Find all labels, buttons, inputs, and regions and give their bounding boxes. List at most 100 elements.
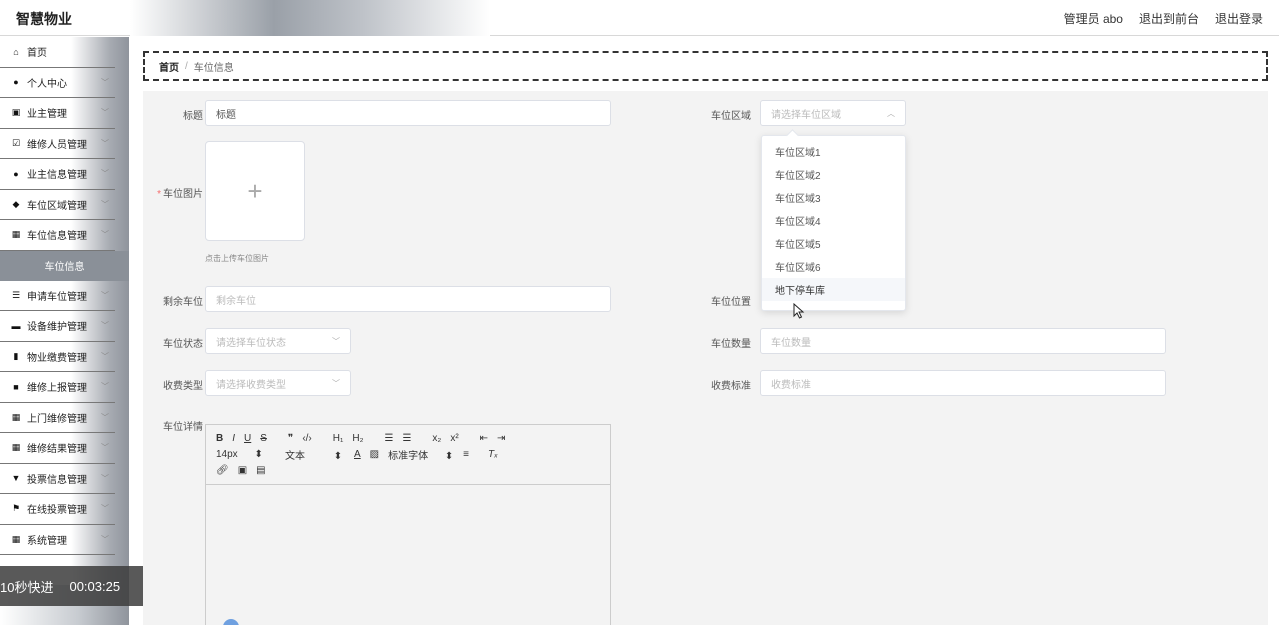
grid-icon: ▦ bbox=[11, 411, 21, 422]
skip-forward-button[interactable]: 10秒快进 bbox=[0, 577, 53, 596]
ordered-list-icon[interactable]: ☰ bbox=[384, 433, 393, 444]
area-select[interactable]: 请选择车位区域 ︿ bbox=[760, 100, 906, 126]
person-icon: ● bbox=[13, 77, 19, 88]
breadcrumb-home[interactable]: 首页 bbox=[159, 59, 179, 74]
sidebar-item[interactable]: ■ 维修上报管理 ﹀ bbox=[0, 372, 115, 403]
sidebar-item[interactable]: ⚑ 在线投票管理 ﹀ bbox=[0, 494, 115, 525]
parking-form: 标题 标题 车位区域 请选择车位区域 ︿ * 车位图片 + 点击上传车位图片 剩余… bbox=[143, 91, 1268, 625]
font-family-select[interactable]: 标准字体 ⬍ bbox=[388, 447, 454, 462]
sidebar-item-label: 投票信息管理 bbox=[27, 474, 87, 486]
mouse-cursor-icon bbox=[793, 303, 805, 319]
exit-to-front-link[interactable]: 退出到前台 bbox=[1139, 10, 1199, 27]
fee-type-label: 收费类型 bbox=[163, 381, 203, 392]
title-label: 标题 bbox=[183, 111, 203, 122]
bar-chart-icon: ▮ bbox=[13, 350, 19, 361]
font-size-select[interactable]: 14px ⬍ bbox=[216, 449, 276, 460]
image-icon[interactable]: ▣ bbox=[238, 465, 247, 476]
area-dropdown-menu: 车位区域1 车位区域2 车位区域3 车位区域4 车位区域5 车位区域6 地下停车库 bbox=[761, 135, 906, 311]
chevron-down-icon: ﹀ bbox=[332, 379, 340, 388]
sidebar-item-label: 系统管理 bbox=[27, 535, 67, 547]
sidebar-item[interactable]: ● 业主信息管理 ﹀ bbox=[0, 159, 115, 190]
fee-std-input[interactable]: 收费标准 bbox=[760, 370, 1166, 396]
code-icon[interactable]: ‹/› bbox=[302, 433, 311, 444]
chevron-down-icon: ﹀ bbox=[101, 351, 109, 361]
area-option[interactable]: 车位区域6 bbox=[762, 255, 905, 278]
sidebar-item-label: 车位信息管理 bbox=[27, 231, 87, 243]
position-label: 车位位置 bbox=[711, 297, 751, 308]
font-color-icon[interactable]: A bbox=[354, 449, 361, 460]
grid-icon: ▦ bbox=[11, 229, 21, 240]
clear-format-icon[interactable]: Tₓ bbox=[488, 449, 498, 460]
sidebar-item[interactable]: ▼ 投票信息管理 ﹀ bbox=[0, 464, 115, 494]
chevron-down-icon: ﹀ bbox=[101, 504, 109, 513]
sidebar-item[interactable]: ▦ 上门维修管理 ﹀ bbox=[0, 403, 115, 433]
area-option[interactable]: 地下停车库 bbox=[762, 278, 905, 301]
sidebar-item[interactable]: ☰ 申请车位管理 ﹀ bbox=[0, 281, 115, 311]
strikethrough-icon[interactable]: S bbox=[260, 433, 267, 444]
underline-icon[interactable]: U bbox=[244, 433, 251, 444]
video-icon[interactable]: ▤ bbox=[256, 465, 265, 476]
video-time: 00:03:25 bbox=[69, 578, 121, 594]
text-style-select[interactable]: 文本 ⬍ bbox=[285, 447, 345, 462]
title-input[interactable]: 标题 bbox=[205, 100, 611, 126]
align-icon[interactable]: ≡ bbox=[463, 449, 469, 460]
chevron-down-icon: ﹀ bbox=[101, 108, 109, 117]
sidebar-subitem-parking-info[interactable]: 车位信息 bbox=[0, 250, 129, 281]
upload-hint: 点击上传车位图片 bbox=[205, 254, 269, 263]
sidebar-item[interactable]: ⌂ 首页 bbox=[0, 37, 115, 68]
quote-icon[interactable]: ❞ bbox=[288, 433, 293, 444]
sidebar-item-label: 在线投票管理 bbox=[27, 505, 87, 517]
fee-std-label: 收费标准 bbox=[711, 381, 751, 392]
chevron-down-icon: ﹀ bbox=[101, 382, 109, 391]
sidebar-item-label: 维修人员管理 bbox=[27, 139, 87, 151]
h1-icon[interactable]: H₁ bbox=[333, 433, 344, 444]
bullet-list-icon[interactable]: ☰ bbox=[402, 433, 411, 444]
sidebar-item-label: 车位区域管理 bbox=[27, 200, 87, 212]
chevron-down-icon: ﹀ bbox=[332, 337, 340, 346]
sidebar-item[interactable]: ▬ 设备维护管理 ﹀ bbox=[0, 311, 115, 342]
checkbox-icon: ☑ bbox=[11, 137, 21, 148]
video-icon: ■ bbox=[13, 381, 19, 392]
sidebar-item[interactable]: ▦ 维修结果管理 ﹀ bbox=[0, 433, 115, 464]
status-select[interactable]: 请选择车位状态 ﹀ bbox=[205, 328, 351, 354]
status-select-placeholder: 请选择车位状态 bbox=[216, 337, 286, 349]
sidebar-item[interactable]: ▦ 系统管理 ﹀ bbox=[0, 525, 115, 555]
superscript-icon[interactable]: x² bbox=[450, 433, 458, 444]
image-upload-button[interactable]: + bbox=[205, 141, 305, 241]
sidebar-item-label: 申请车位管理 bbox=[27, 291, 87, 303]
indent-icon[interactable]: ⇥ bbox=[497, 433, 505, 444]
font-family-value: 标准字体 bbox=[388, 450, 429, 462]
area-option[interactable]: 车位区域3 bbox=[762, 186, 905, 209]
sidebar-item-label: 业主信息管理 bbox=[27, 170, 87, 182]
video-control-bar: 10秒快进 00:03:25 bbox=[0, 566, 143, 606]
sidebar-item[interactable]: ▣ 业主管理 ﹀ bbox=[0, 98, 115, 129]
sidebar-item-label: 个人中心 bbox=[27, 78, 67, 90]
fee-type-select[interactable]: 请选择收费类型 ﹀ bbox=[205, 370, 351, 396]
sidebar-item[interactable]: ▦ 车位信息管理 ﹀ bbox=[0, 220, 115, 251]
bold-icon[interactable]: B bbox=[216, 433, 223, 444]
editor-toolbar: B I U S ❞ ‹/› H₁ H₂ ☰ ☰ x₂ x² ⇤ ⇥ 14px ⬍… bbox=[206, 425, 610, 485]
background-color-icon[interactable]: ▨ bbox=[370, 449, 379, 460]
outdent-icon[interactable]: ⇤ bbox=[480, 433, 488, 444]
link-icon[interactable]: 🔗︎ bbox=[216, 465, 229, 476]
admin-user-label: 管理员 abo bbox=[1063, 12, 1123, 26]
area-option[interactable]: 车位区域5 bbox=[762, 232, 905, 255]
logout-link[interactable]: 退出登录 bbox=[1215, 10, 1263, 27]
area-option[interactable]: 车位区域2 bbox=[762, 163, 905, 186]
sidebar-item[interactable]: ☑ 维修人员管理 ﹀ bbox=[0, 129, 115, 159]
sidebar-item-label: 业主管理 bbox=[27, 109, 67, 121]
sidebar-item-label: 设备维护管理 bbox=[27, 322, 87, 334]
area-option[interactable]: 车位区域4 bbox=[762, 209, 905, 232]
count-input[interactable]: 车位数量 bbox=[760, 328, 1166, 354]
sidebar-item[interactable]: ◆ 车位区域管理 ﹀ bbox=[0, 190, 115, 220]
area-option[interactable]: 车位区域1 bbox=[762, 140, 905, 163]
chevron-down-icon: ﹀ bbox=[101, 412, 109, 422]
sidebar-item[interactable]: ▮ 物业缴费管理 ﹀ bbox=[0, 342, 115, 372]
sidebar-item[interactable]: ● 个人中心 ﹀ bbox=[0, 68, 115, 98]
remaining-input[interactable]: 剩余车位 bbox=[205, 286, 611, 312]
area-label: 车位区域 bbox=[711, 111, 751, 122]
brand-title: 智慧物业 bbox=[16, 11, 72, 27]
subscript-icon[interactable]: x₂ bbox=[432, 433, 441, 444]
h2-icon[interactable]: H₂ bbox=[352, 433, 363, 444]
italic-icon[interactable]: I bbox=[232, 433, 235, 444]
